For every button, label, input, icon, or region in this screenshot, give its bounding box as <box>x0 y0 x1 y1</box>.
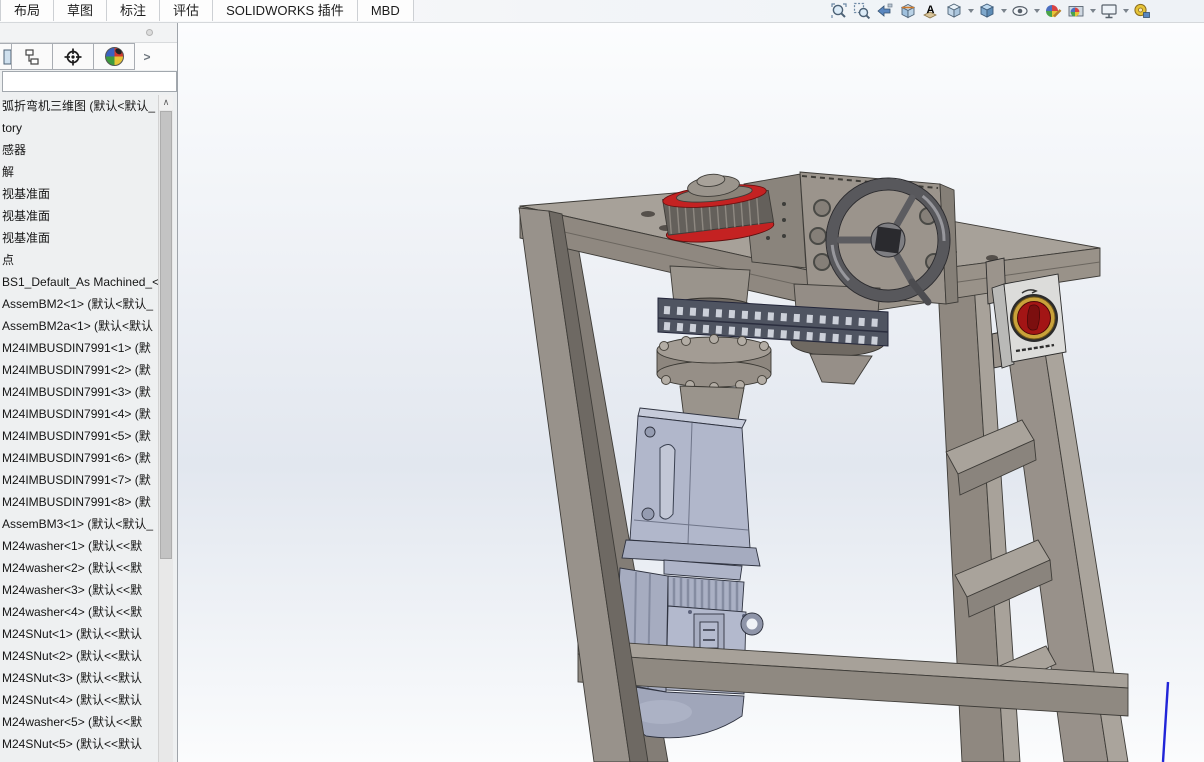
tree-item[interactable]: AssemBM2a<1> (默认<默认 <box>0 315 159 337</box>
tree-item[interactable]: M24IMBUSDIN7991<7> (默 <box>0 469 159 491</box>
tree-item[interactable]: M24SNut<2> (默认<<默认 <box>0 645 159 667</box>
tab-solidworks-addins[interactable]: SOLIDWORKS 插件 <box>213 0 358 21</box>
ribbon-tabs: 布局 草图 标注 评估 SOLIDWORKS 插件 MBD <box>0 0 414 22</box>
tab-sketch[interactable]: 草图 <box>54 0 108 21</box>
measure-icon[interactable] <box>1132 1 1152 21</box>
hide-show-items-icon[interactable] <box>1010 1 1030 21</box>
tree-item[interactable]: M24IMBUSDIN7991<8> (默 <box>0 491 159 513</box>
apply-scene-caret[interactable] <box>1090 9 1096 13</box>
tree-item[interactable]: M24washer<2> (默认<<默 <box>0 557 159 579</box>
tree-item[interactable]: M24IMBUSDIN7991<1> (默 <box>0 337 159 359</box>
ribbon-bar: 布局 草图 标注 评估 SOLIDWORKS 插件 MBD A <box>0 0 1204 23</box>
view-orientation-icon[interactable] <box>944 1 964 21</box>
feature-tree: 弧折弯机三维图 (默认<默认_ tory 感器 解 视基准面 视基准面 视基准面… <box>0 95 159 762</box>
tab-layout[interactable]: 布局 <box>0 0 55 21</box>
tree-item[interactable]: M24SNut<3> (默认<<默认 <box>0 667 159 689</box>
tree-item[interactable]: M24SNut<5> (默认<<默认 <box>0 733 159 755</box>
tree-item[interactable]: M24IMBUSDIN7991<4> (默 <box>0 403 159 425</box>
tab-configuration-manager[interactable] <box>12 43 53 70</box>
tree-item[interactable]: M24IMBUSDIN7991<3> (默 <box>0 381 159 403</box>
tab-featuremanager-tree[interactable] <box>0 43 12 70</box>
tree-item[interactable]: M24washer<5> (默认<<默 <box>0 711 159 733</box>
tree-item[interactable]: 视基准面 <box>0 183 159 205</box>
tree-item[interactable]: M24SNut<1> (默认<<默认 <box>0 623 159 645</box>
tab-annotate[interactable]: 标注 <box>107 0 161 21</box>
view-orientation-caret[interactable] <box>968 9 974 13</box>
hide-show-items-caret[interactable] <box>1034 9 1040 13</box>
headsup-view-toolbar: A <box>829 0 1152 22</box>
tree-item[interactable]: 点 <box>0 249 159 271</box>
zoom-to-fit-icon[interactable] <box>829 1 849 21</box>
view-settings-icon[interactable] <box>1099 1 1119 21</box>
display-style-caret[interactable] <box>1001 9 1007 13</box>
tree-item[interactable]: M24IMBUSDIN7991<6> (默 <box>0 447 159 469</box>
panel-expand-arrow[interactable]: > <box>135 43 159 70</box>
view-settings-caret[interactable] <box>1123 9 1129 13</box>
feature-manager-tabs: > <box>0 42 177 70</box>
svg-text:A: A <box>927 4 935 16</box>
tree-item[interactable]: 视基准面 <box>0 227 159 249</box>
dynamic-annotation-views-icon[interactable]: A <box>921 1 941 21</box>
tree-item[interactable]: M24washer<3> (默认<<默 <box>0 579 159 601</box>
tree-item[interactable]: M24IMBUSDIN7991<5> (默 <box>0 425 159 447</box>
panel-resize-dot <box>146 29 153 36</box>
scroll-thumb[interactable] <box>160 111 172 559</box>
tree-item[interactable]: 解 <box>0 161 159 183</box>
tree-item[interactable]: M24washer<4> (默认<<默 <box>0 601 159 623</box>
tree-item[interactable]: 视基准面 <box>0 205 159 227</box>
zoom-to-area-icon[interactable] <box>852 1 872 21</box>
tree-item[interactable]: M24washer<1> (默认<<默 <box>0 535 159 557</box>
tab-display-manager[interactable] <box>94 43 135 70</box>
tab-mbd[interactable]: MBD <box>357 0 414 21</box>
display-manager-ball-icon <box>104 47 124 66</box>
tree-item[interactable]: M24IMBUSDIN7991<2> (默 <box>0 359 159 381</box>
feature-filter-input[interactable] <box>2 71 177 92</box>
panel-grip[interactable] <box>0 22 177 42</box>
tree-item[interactable]: tory <box>0 117 159 139</box>
apply-scene-icon[interactable] <box>1066 1 1086 21</box>
tree-item[interactable]: 感器 <box>0 139 159 161</box>
scroll-up-arrow[interactable]: ∧ <box>159 95 173 110</box>
tab-property-manager[interactable] <box>53 43 94 70</box>
tree-item[interactable]: BS1_Default_As Machined_< <box>0 271 159 293</box>
display-style-icon[interactable] <box>977 1 997 21</box>
tree-item[interactable]: AssemBM3<1> (默认<默认_ <box>0 513 159 535</box>
edit-appearance-icon[interactable] <box>1043 1 1063 21</box>
tree-scrollbar[interactable]: ∧ <box>158 95 173 762</box>
tree-item-root[interactable]: 弧折弯机三维图 (默认<默认_ <box>0 95 159 117</box>
tree-item[interactable]: AssemBM2<1> (默认<默认_ <box>0 293 159 315</box>
viewport-3d[interactable] <box>177 22 1204 762</box>
section-view-icon[interactable] <box>898 1 918 21</box>
previous-view-icon[interactable] <box>875 1 895 21</box>
tree-item[interactable]: M24SNut<4> (默认<<默认 <box>0 689 159 711</box>
feature-manager-panel: > 弧折弯机三维图 (默认<默认_ tory 感器 解 视基准面 视基准面 视基… <box>0 22 178 762</box>
tab-evaluate[interactable]: 评估 <box>160 0 214 21</box>
